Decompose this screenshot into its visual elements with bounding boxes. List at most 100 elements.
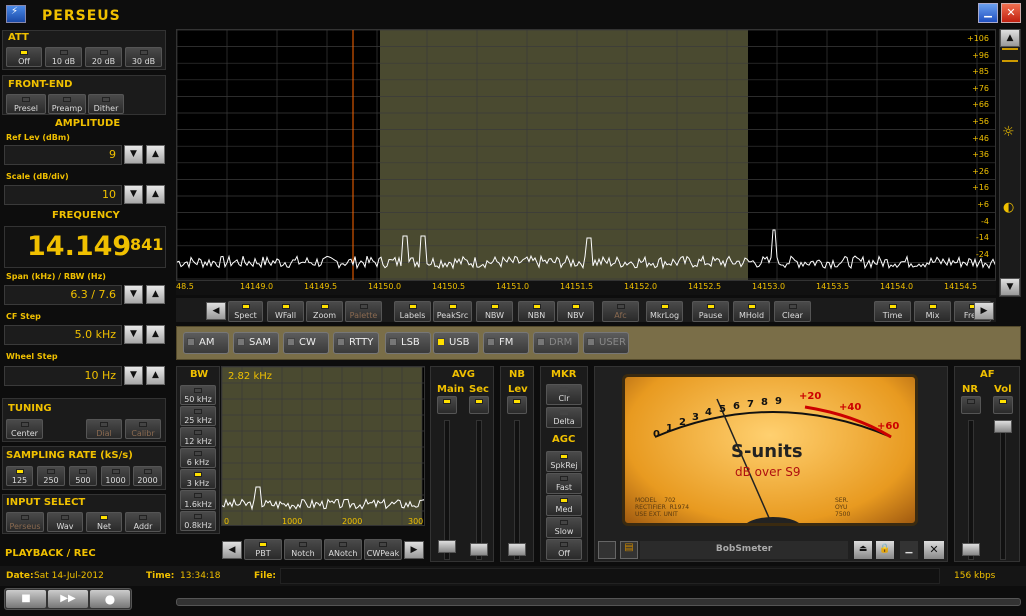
tuning-center-button[interactable]: Center <box>6 419 43 439</box>
mode-rtty-button[interactable]: RTTY <box>333 332 379 354</box>
filter-pbt-button[interactable]: PBT <box>244 539 282 560</box>
dither-button[interactable]: Dither <box>88 94 124 114</box>
nb-lev-button[interactable] <box>507 396 527 414</box>
spectrum-display[interactable]: +106 +96 +85 +76 +66 +56 +46 +36 +26 +16 +6 -4 -14 -2… <box>176 29 996 281</box>
cf-step-field[interactable]: 5.0 kHz <box>4 325 122 345</box>
brightness-icon[interactable]: ☼ <box>1002 124 1015 140</box>
minimize-button[interactable]: ▁ <box>978 3 998 23</box>
playback-position-bar[interactable] <box>176 598 1021 606</box>
span-field[interactable]: 6.3 / 7.6 <box>4 285 122 305</box>
att-20db-button[interactable]: 20 dB <box>85 47 122 67</box>
contrast-icon[interactable]: ◐ <box>1003 200 1014 215</box>
agc-off-button[interactable]: Off <box>546 539 582 560</box>
bw-6khz-button[interactable]: 6 kHz <box>180 448 216 468</box>
input-addr-button[interactable]: Addr <box>125 512 161 532</box>
mode-lsb-button[interactable]: LSB <box>385 332 431 354</box>
nb-slider-thumb[interactable] <box>508 543 526 556</box>
avg-sec-slider-thumb[interactable] <box>470 543 488 556</box>
smeter-lock-icon[interactable]: 🔒 <box>876 541 894 559</box>
af-nr-button[interactable] <box>961 396 981 414</box>
af-vol-slider[interactable] <box>1000 420 1006 560</box>
mode-drm-button[interactable]: DRM <box>533 332 579 354</box>
cf-step-up-button[interactable]: ▲ <box>146 325 165 344</box>
toolbar-palette-button[interactable]: Palette <box>345 301 382 322</box>
toolbar-zoom-button[interactable]: Zoom <box>306 301 343 322</box>
filter-left-arrow[interactable]: ◀ <box>222 541 242 559</box>
agc-slow-button[interactable]: Slow <box>546 517 582 538</box>
level-bars-icon[interactable] <box>1002 48 1018 62</box>
toolbar-right-arrow[interactable]: ▶ <box>974 302 994 320</box>
sampling-2000-button[interactable]: 2000 <box>133 466 162 486</box>
avg-main-slider-thumb[interactable] <box>438 540 456 553</box>
mode-sam-button[interactable]: SAM <box>233 332 279 354</box>
toolbar-mkrlog-button[interactable]: MkrLog <box>646 301 683 322</box>
filter-right-arrow[interactable]: ▶ <box>404 541 424 559</box>
ref-level-down-button[interactable]: ▼ <box>124 145 143 164</box>
ref-level-field[interactable]: 9 <box>4 145 122 165</box>
mkr-delta-button[interactable]: Delta <box>546 407 582 428</box>
af-nr-slider-thumb[interactable] <box>962 543 980 556</box>
toolbar-clear-button[interactable]: Clear <box>774 301 811 322</box>
filter-notch-button[interactable]: Notch <box>284 539 322 560</box>
avg-sec-slider[interactable] <box>476 420 482 560</box>
avg-main-button[interactable] <box>437 396 457 414</box>
avg-sec-button[interactable] <box>469 396 489 414</box>
input-net-button[interactable]: Net <box>86 512 122 532</box>
input-wav-button[interactable]: Wav <box>47 512 83 532</box>
mode-cw-button[interactable]: CW <box>283 332 329 354</box>
avg-main-slider[interactable] <box>444 420 450 560</box>
tuning-calibr-button[interactable]: Calibr <box>125 419 161 439</box>
bw-25khz-button[interactable]: 25 kHz <box>180 406 216 426</box>
att-off-button[interactable]: Off <box>6 47 42 67</box>
att-10db-button[interactable]: 10 dB <box>45 47 82 67</box>
sampling-250-button[interactable]: 250 <box>37 466 65 486</box>
ref-level-up-button[interactable]: ▲ <box>146 145 165 164</box>
af-vol-button[interactable] <box>993 396 1013 414</box>
toolbar-nbv-button[interactable]: NBV <box>557 301 594 322</box>
smeter-window-icon[interactable] <box>598 541 616 559</box>
toolbar-time-button[interactable]: Time <box>874 301 911 322</box>
record-button[interactable]: ● <box>90 590 130 608</box>
mode-am-button[interactable]: AM <box>183 332 229 354</box>
bw-3khz-button[interactable]: 3 kHz <box>180 469 216 489</box>
smeter-skin-icon[interactable]: ▤ <box>620 541 638 559</box>
toolbar-wfall-button[interactable]: WFall <box>267 301 304 322</box>
stop-button[interactable]: ■ <box>6 590 46 608</box>
mkr-clr-button[interactable]: Clr <box>546 384 582 405</box>
right-scrollbar[interactable] <box>999 29 1021 297</box>
cf-step-down-button[interactable]: ▼ <box>124 325 143 344</box>
toolbar-peaksrc-button[interactable]: PeakSrc <box>433 301 472 322</box>
scale-field[interactable]: 10 <box>4 185 122 205</box>
af-nr-slider[interactable] <box>968 420 974 560</box>
bw-08khz-button[interactable]: 0.8kHz <box>180 511 216 531</box>
scroll-up-button[interactable]: ▲ <box>1000 29 1020 47</box>
toolbar-left-arrow[interactable]: ◀ <box>206 302 226 320</box>
scale-down-button[interactable]: ▼ <box>124 185 143 204</box>
mode-usb-button[interactable]: USB <box>433 332 479 354</box>
toolbar-mix-button[interactable]: Mix <box>914 301 951 322</box>
tuning-dial-button[interactable]: Dial <box>86 419 122 439</box>
af-vol-slider-thumb[interactable] <box>994 420 1012 433</box>
bw-16khz-button[interactable]: 1.6kHz <box>180 490 216 510</box>
close-button[interactable]: ✕ <box>1001 3 1021 23</box>
agc-spkrej-button[interactable]: SpkRej <box>546 451 582 472</box>
toolbar-nbw-button[interactable]: NBW <box>476 301 513 322</box>
frequency-display[interactable]: 14.149 841 <box>4 226 166 268</box>
filter-anotch-button[interactable]: ANotch <box>324 539 362 560</box>
toolbar-afc-button[interactable]: Afc <box>602 301 639 322</box>
wheel-step-up-button[interactable]: ▲ <box>146 366 165 385</box>
wheel-step-down-button[interactable]: ▼ <box>124 366 143 385</box>
toolbar-nbn-button[interactable]: NBN <box>518 301 555 322</box>
filter-cwpeak-button[interactable]: CWPeak <box>364 539 402 560</box>
sampling-500-button[interactable]: 500 <box>69 466 97 486</box>
sampling-125-button[interactable]: 125 <box>6 466 33 486</box>
span-down-button[interactable]: ▼ <box>124 285 143 304</box>
presel-button[interactable]: Presel <box>6 94 46 114</box>
scroll-down-button[interactable]: ▼ <box>1000 278 1020 296</box>
smeter-eject-icon[interactable]: ⏏ <box>854 541 872 559</box>
agc-fast-button[interactable]: Fast <box>546 473 582 494</box>
nb-slider[interactable] <box>514 420 520 560</box>
mode-fm-button[interactable]: FM <box>483 332 529 354</box>
wheel-step-field[interactable]: 10 Hz <box>4 366 122 386</box>
bw-12khz-button[interactable]: 12 kHz <box>180 427 216 447</box>
